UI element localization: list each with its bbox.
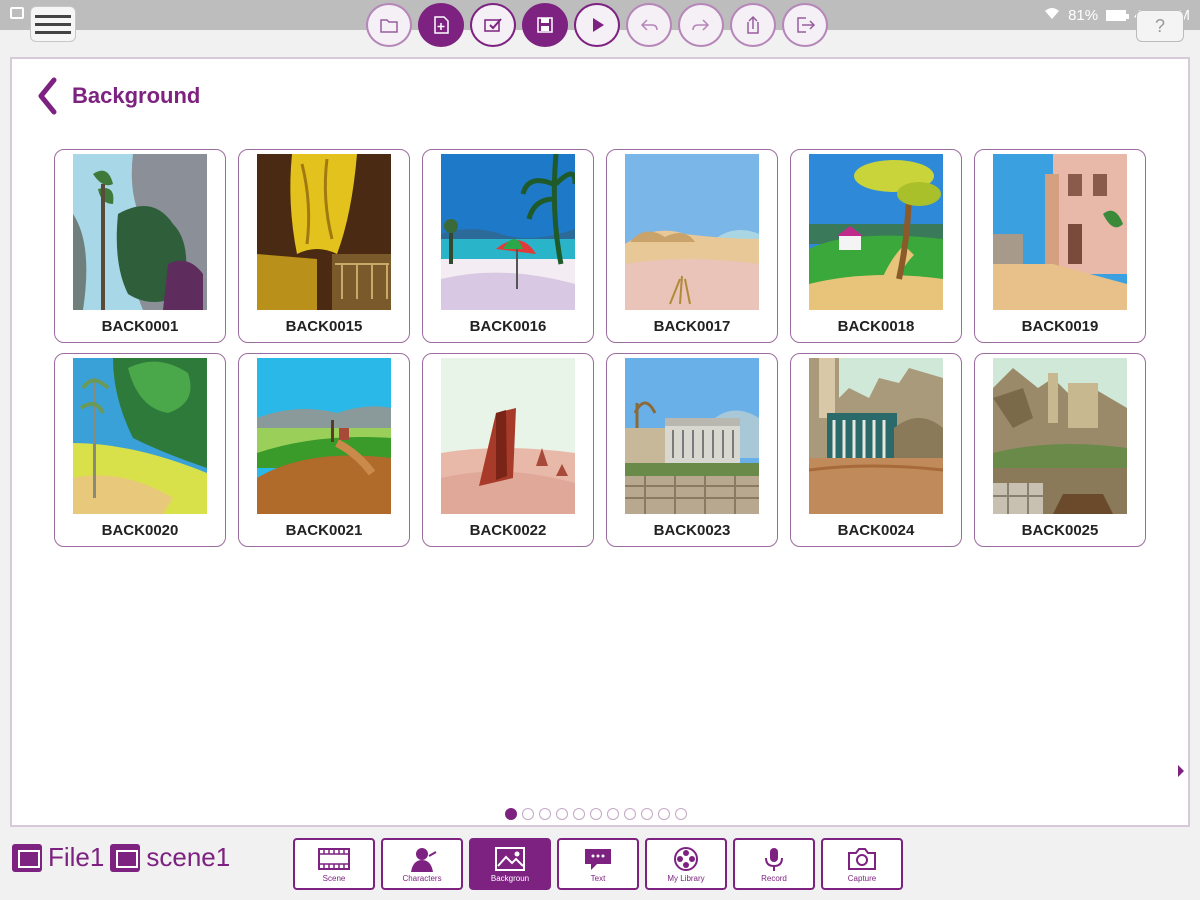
background-card[interactable]: BACK0025 xyxy=(974,353,1146,547)
character-icon xyxy=(411,847,437,872)
page-dot[interactable] xyxy=(522,808,534,820)
gallery-notification-icon xyxy=(10,7,24,19)
cliffs-scene-thumbnail xyxy=(73,154,207,310)
film-reel-icon xyxy=(674,846,698,871)
next-page-arrow[interactable] xyxy=(1178,765,1184,777)
tab-label: My Library xyxy=(667,873,705,883)
tab-label: Backgroun xyxy=(490,873,530,883)
tab-scene[interactable]: Scene xyxy=(293,838,375,890)
export-icon[interactable] xyxy=(730,3,776,47)
checklist-icon[interactable] xyxy=(470,3,516,47)
scene-name: scene1 xyxy=(146,842,231,872)
speech-bubble-icon xyxy=(585,848,611,870)
tab-my-library[interactable]: My Library xyxy=(645,838,727,890)
battery-icon xyxy=(1106,9,1130,21)
tab-characters[interactable]: Characters xyxy=(381,838,463,890)
background-card[interactable]: BACK0015 xyxy=(238,149,410,343)
background-card[interactable]: BACK0021 xyxy=(238,353,410,547)
forest-path-scene-thumbnail xyxy=(73,358,207,514)
scene-icon xyxy=(110,843,141,872)
page-dot[interactable] xyxy=(573,808,585,820)
wifi-icon xyxy=(1044,6,1060,24)
background-label: BACK0020 xyxy=(101,522,179,539)
folder-icon[interactable] xyxy=(366,3,412,47)
background-card[interactable]: BACK0022 xyxy=(422,353,594,547)
background-label: BACK0016 xyxy=(469,318,547,335)
background-label: BACK0018 xyxy=(837,318,915,335)
background-card[interactable]: BACK0020 xyxy=(54,353,226,547)
tab-background[interactable]: Backgroun xyxy=(469,838,551,890)
tab-label: Record xyxy=(761,873,787,883)
background-label: BACK0021 xyxy=(285,522,363,539)
page-dot[interactable] xyxy=(675,808,687,820)
play-icon[interactable] xyxy=(574,3,620,47)
page-dot[interactable] xyxy=(624,808,636,820)
save-icon[interactable] xyxy=(522,3,568,47)
tab-label: Scene xyxy=(322,873,346,883)
film-strip-icon xyxy=(318,847,350,870)
background-library-panel: Background BACK0001 BACK0015 BACK0016 BA… xyxy=(10,57,1190,827)
redo-icon[interactable] xyxy=(678,3,724,47)
beach-umbrella-scene-thumbnail xyxy=(441,154,575,310)
background-label: BACK0022 xyxy=(469,522,547,539)
desert-rock-scene-thumbnail xyxy=(441,358,575,514)
background-card[interactable]: BACK0023 xyxy=(606,353,778,547)
undo-icon[interactable] xyxy=(626,3,672,47)
tab-record[interactable]: Record xyxy=(733,838,815,890)
help-button[interactable]: ? xyxy=(1136,10,1184,42)
street-scene-thumbnail xyxy=(993,154,1127,310)
page-dot[interactable] xyxy=(641,808,653,820)
tab-label: Capture xyxy=(847,873,877,883)
top-toolbar xyxy=(366,3,828,47)
page-title: Background xyxy=(72,83,201,108)
background-label: BACK0023 xyxy=(653,522,731,539)
background-label: BACK0019 xyxy=(1021,318,1099,335)
tab-text[interactable]: Text xyxy=(557,838,639,890)
background-card[interactable]: BACK0024 xyxy=(790,353,962,547)
file-info: File1 scene1 xyxy=(12,842,230,873)
background-card[interactable]: BACK0016 xyxy=(422,149,594,343)
file-name: File1 xyxy=(48,842,105,872)
tab-label: Text xyxy=(590,873,606,883)
sand-dunes-scene-thumbnail xyxy=(625,154,759,310)
background-card[interactable]: BACK0018 xyxy=(790,149,962,343)
page-dot[interactable] xyxy=(658,808,670,820)
tab-label: Characters xyxy=(402,873,442,883)
chevron-left-icon[interactable] xyxy=(36,77,58,115)
file-icon xyxy=(12,843,42,872)
picture-icon xyxy=(495,846,525,871)
background-label: BACK0001 xyxy=(101,318,179,335)
background-label: BACK0025 xyxy=(1021,522,1099,539)
fortress-scene-thumbnail xyxy=(993,358,1127,514)
cave-scene-thumbnail xyxy=(257,154,391,310)
background-label: BACK0015 xyxy=(285,318,363,335)
page-dot[interactable] xyxy=(556,808,568,820)
bottom-tab-bar: Scene Characters Backgroun Text My Libra… xyxy=(293,838,903,890)
background-grid: BACK0001 BACK0015 BACK0016 BACK0017 BACK… xyxy=(54,149,1146,547)
old-building-scene-thumbnail xyxy=(625,358,759,514)
new-file-icon[interactable] xyxy=(418,3,464,47)
background-label: BACK0024 xyxy=(837,522,915,539)
microphone-icon xyxy=(765,847,783,871)
page-dot[interactable] xyxy=(539,808,551,820)
back-navigation[interactable]: Background xyxy=(36,77,200,115)
countryside-scene-thumbnail xyxy=(257,358,391,514)
exit-icon[interactable] xyxy=(782,3,828,47)
background-label: BACK0017 xyxy=(653,318,731,335)
castle-ruins-scene-thumbnail xyxy=(809,358,943,514)
background-card[interactable]: BACK0017 xyxy=(606,149,778,343)
page-dot[interactable] xyxy=(505,808,517,820)
background-card[interactable]: BACK0019 xyxy=(974,149,1146,343)
page-dot[interactable] xyxy=(590,808,602,820)
battery-level: 81% xyxy=(1068,6,1099,24)
background-card[interactable]: BACK0001 xyxy=(54,149,226,343)
camera-icon xyxy=(848,847,876,870)
hamburger-menu-button[interactable] xyxy=(30,6,76,42)
page-dot[interactable] xyxy=(607,808,619,820)
pagination-dots xyxy=(505,808,687,820)
tab-capture[interactable]: Capture xyxy=(821,838,903,890)
tree-hill-scene-thumbnail xyxy=(809,154,943,310)
